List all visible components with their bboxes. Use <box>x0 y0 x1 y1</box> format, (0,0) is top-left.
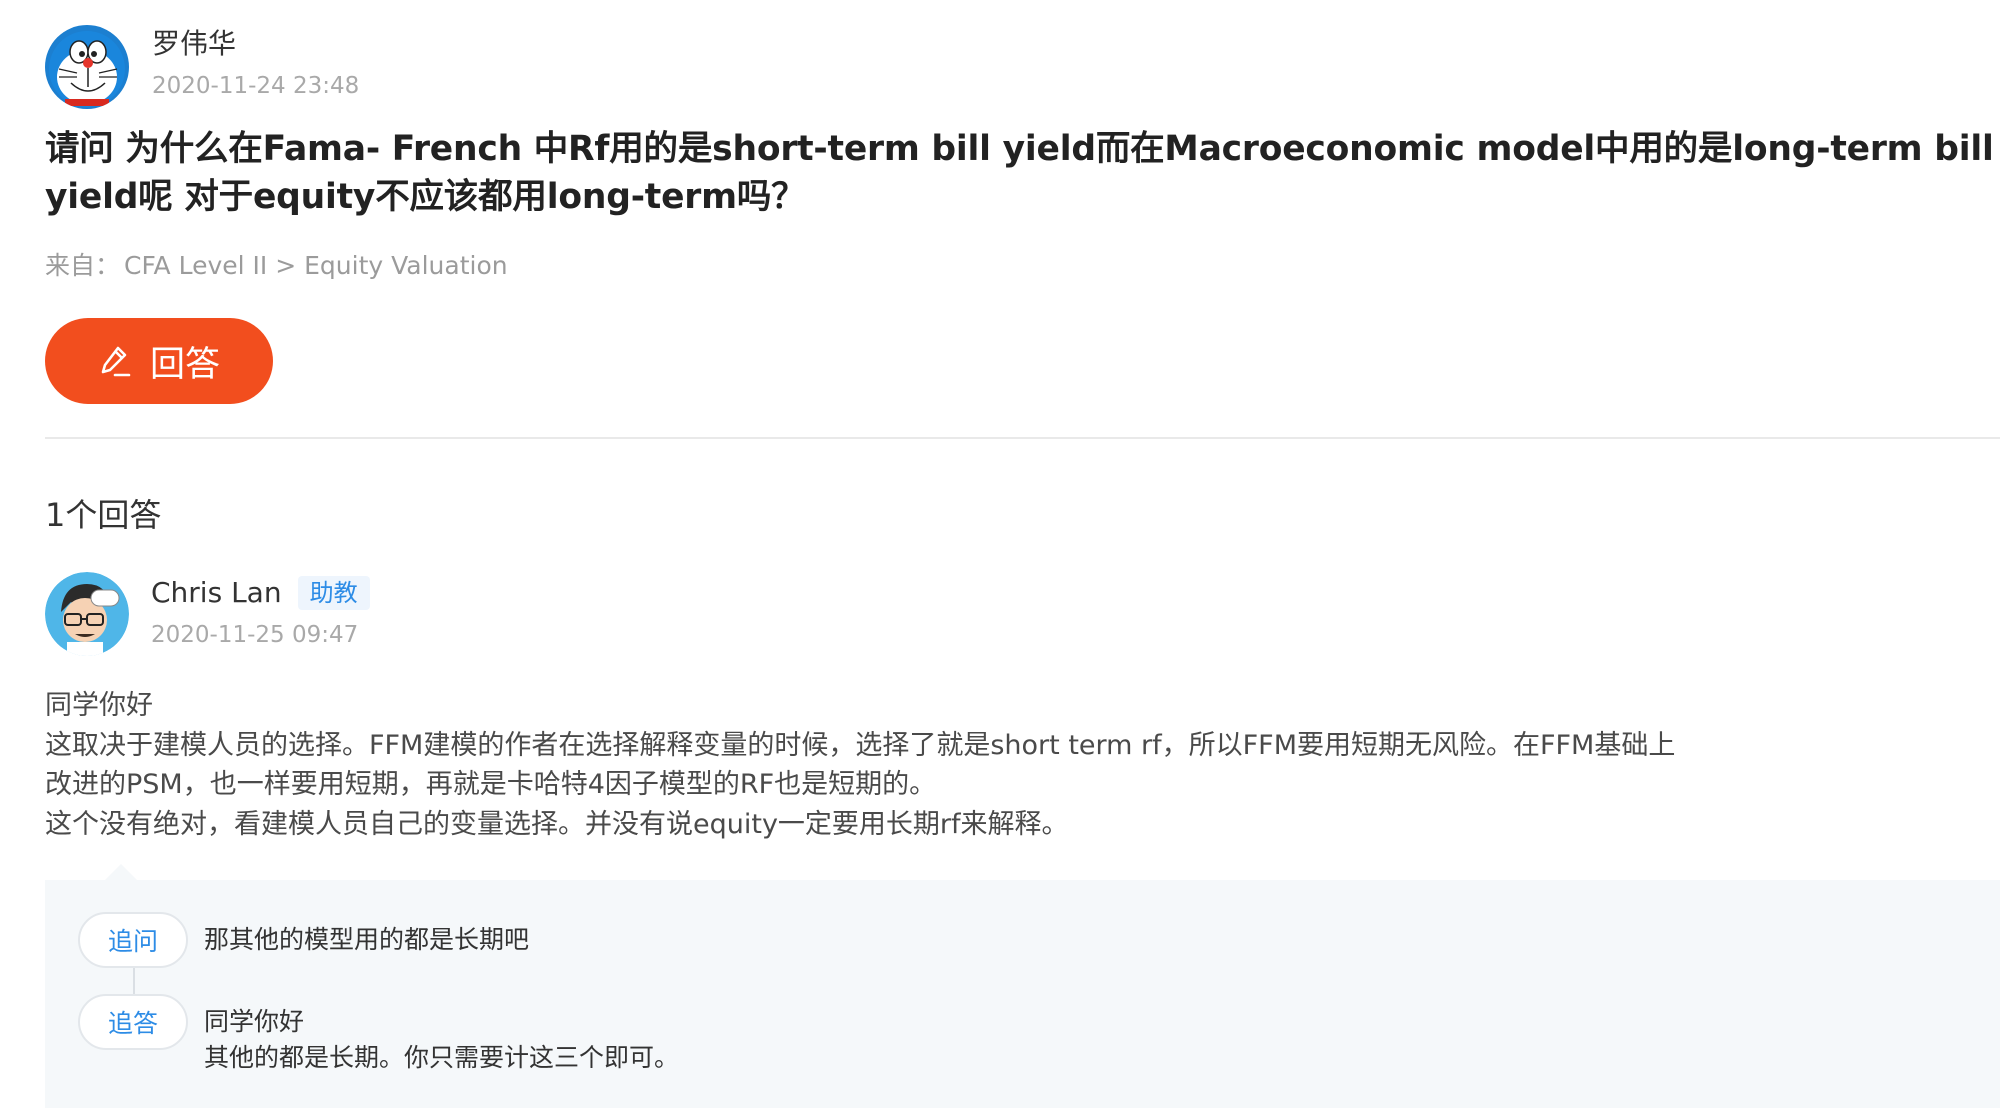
answer-post-time: 2020-11-25 09:47 <box>151 622 359 648</box>
doraemon-avatar-icon[interactable] <box>45 25 129 109</box>
answer-line: 这取决于建模人员的选择。FFM建模的作者在选择解释变量的时候，选择了就是shor… <box>45 729 1676 761</box>
followup-line: 其他的都是长期。你只需要计这三个即可。 <box>204 1043 680 1072</box>
answer-line: 改进的PSM，也一样要用短期，再就是卡哈特4因子模型的RF也是短期的。 <box>45 769 937 800</box>
question-title: 请问 为什么在Fama- French 中Rf用的是short-term bil… <box>45 129 1994 217</box>
answer-line: 这个没有绝对，看建模人员自己的变量选择。并没有说equity一定要用长期rf来解… <box>45 808 1069 840</box>
question-post-time: 2020-11-24 23:48 <box>152 73 360 99</box>
followup-question-tag: 追问 <box>78 912 188 968</box>
source-path-link[interactable]: CFA Level II > Equity Valuation <box>124 249 508 283</box>
teaching-assistant-badge: 助教 <box>297 576 370 610</box>
answer-author-meta: Chris Lan 助教 2020-11-25 09:47 <box>151 572 370 650</box>
answer-author-name[interactable]: Chris Lan <box>151 574 282 612</box>
question-author-meta: 罗伟华 2020-11-24 23:48 <box>152 25 359 101</box>
followup-line: 那其他的模型用的都是长期吧 <box>204 925 530 954</box>
followup-pointer <box>105 864 137 880</box>
followup-question: 追问 那其他的模型用的都是长期吧 <box>78 912 529 968</box>
question-author: 罗伟华 2020-11-24 23:48 <box>45 25 359 111</box>
answer-count-heading: 1个回答 <box>45 496 162 534</box>
cartoon-man-avatar-icon[interactable] <box>45 572 129 656</box>
followup-answer: 追答 同学你好 其他的都是长期。你只需要计这三个即可。 <box>78 994 679 1076</box>
followup-line: 同学你好 <box>204 1007 305 1036</box>
section-divider <box>45 437 2000 439</box>
answer-button-label: 回答 <box>149 344 220 385</box>
answer-button[interactable]: 回答 <box>45 318 273 404</box>
answer-body: 同学你好 这取决于建模人员的选择。FFM建模的作者在选择解释变量的时候，选择了就… <box>45 686 1945 844</box>
followup-question-text: 那其他的模型用的都是长期吧 <box>204 922 529 958</box>
question-source: 来自： CFA Level II > Equity Valuation <box>45 249 508 283</box>
source-prefix: 来自： <box>45 251 121 280</box>
question-author-name[interactable]: 罗伟华 <box>152 25 359 63</box>
followup-answer-tag: 追答 <box>78 994 188 1050</box>
answer-author-name-row: Chris Lan 助教 <box>151 574 370 612</box>
answer-line: 同学你好 <box>45 690 153 721</box>
followup-answer-text: 同学你好 其他的都是长期。你只需要计这三个即可。 <box>204 1004 679 1076</box>
question-detail-page: 罗伟华 2020-11-24 23:48 请问 为什么在Fama- French… <box>45 0 2000 1112</box>
pencil-icon <box>98 344 132 378</box>
answer-author: Chris Lan 助教 2020-11-25 09:47 <box>45 572 370 656</box>
